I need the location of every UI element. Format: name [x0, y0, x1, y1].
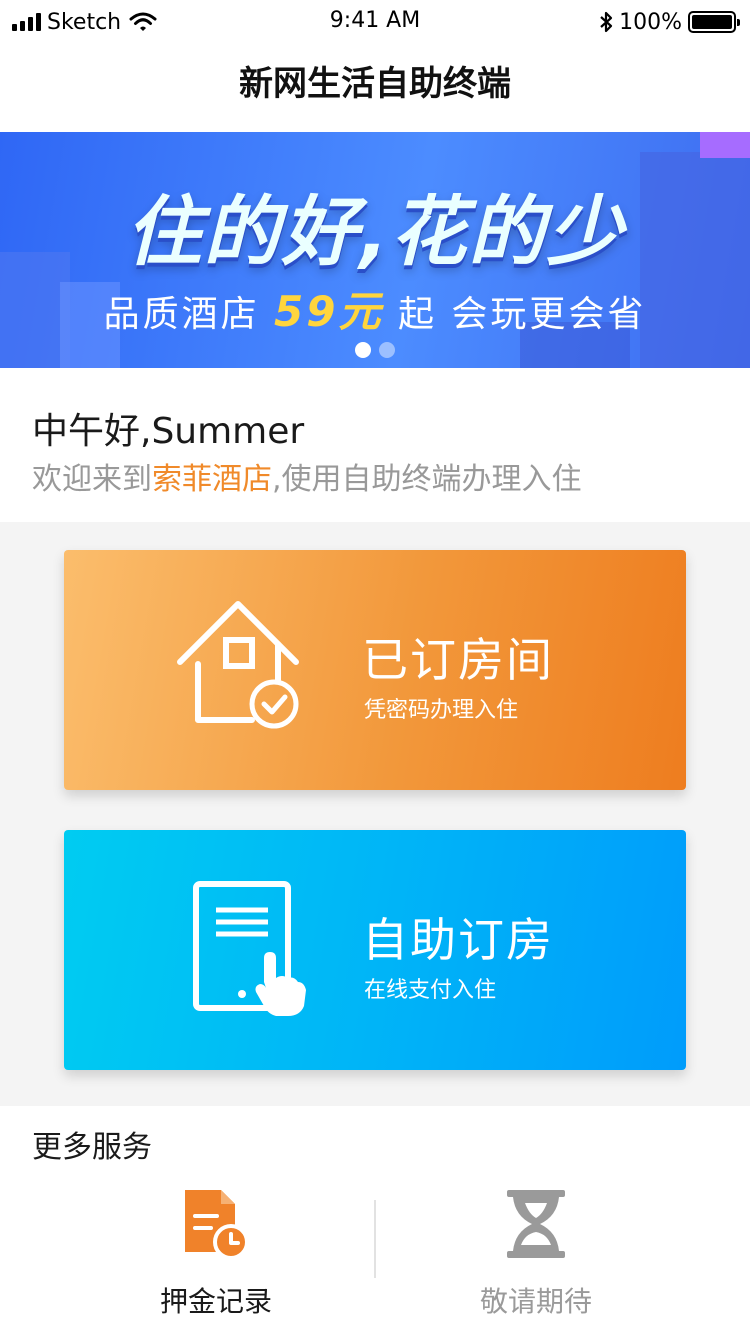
battery-icon: [688, 11, 740, 33]
banner-subline-before: 品质酒店: [103, 294, 260, 335]
welcome-after: ,使用自助终端办理入住: [272, 462, 582, 497]
deposit-record-icon: [185, 1190, 249, 1260]
welcome-text: 欢迎来到索菲酒店,使用自助终端办理入住: [32, 454, 582, 498]
carousel-dot-active[interactable]: [355, 342, 371, 358]
booked-room-title: 已订房间: [362, 633, 554, 687]
hotel-name: 索菲酒店: [152, 462, 272, 497]
page-title: 新网生活自助终端: [239, 64, 511, 104]
banner-subline-after: 起 会玩更会省: [397, 294, 647, 335]
banner-building-decoration: [700, 132, 750, 158]
service-coming-soon[interactable]: 敬请期待: [436, 1186, 636, 1320]
banner-headline: 住的好,花的少: [125, 187, 625, 276]
greeting-text: 中午好,Summer: [32, 411, 305, 452]
services-divider: [374, 1200, 376, 1278]
more-services-title: 更多服务: [32, 1130, 152, 1165]
deposit-record-label: 押金记录: [159, 1285, 272, 1318]
coming-soon-label: 敬请期待: [479, 1285, 592, 1318]
carousel-dot[interactable]: [379, 342, 395, 358]
status-right: 100%: [599, 8, 740, 36]
bluetooth-icon: [600, 11, 613, 33]
tablet-tap-icon: [193, 881, 306, 1016]
self-booking-subtitle: 在线支付入住: [364, 978, 497, 1003]
self-booking-card[interactable]: 自助订房 在线支付入住: [64, 830, 686, 1070]
carousel-dots: [355, 342, 395, 358]
banner-subline: 品质酒店 59元 起 会玩更会省: [0, 278, 750, 339]
banner-price: 59元: [274, 287, 384, 336]
battery-percent: 100%: [619, 9, 682, 35]
welcome-before: 欢迎来到: [32, 462, 152, 497]
status-bar: Sketch 9:41 AM 100%: [0, 0, 750, 44]
action-cards-section: 已订房间 凭密码办理入住 自助订房 在线支付入住: [0, 522, 750, 1106]
hourglass-icon: [507, 1190, 565, 1258]
service-deposit-record[interactable]: 押金记录: [116, 1186, 316, 1320]
booked-room-subtitle: 凭密码办理入住: [364, 698, 519, 723]
self-booking-title: 自助订房: [362, 913, 554, 967]
house-check-icon: [177, 601, 299, 729]
booked-room-card[interactable]: 已订房间 凭密码办理入住: [64, 550, 686, 790]
promo-banner[interactable]: 住的好,花的少 品质酒店 59元 起 会玩更会省: [0, 132, 750, 368]
